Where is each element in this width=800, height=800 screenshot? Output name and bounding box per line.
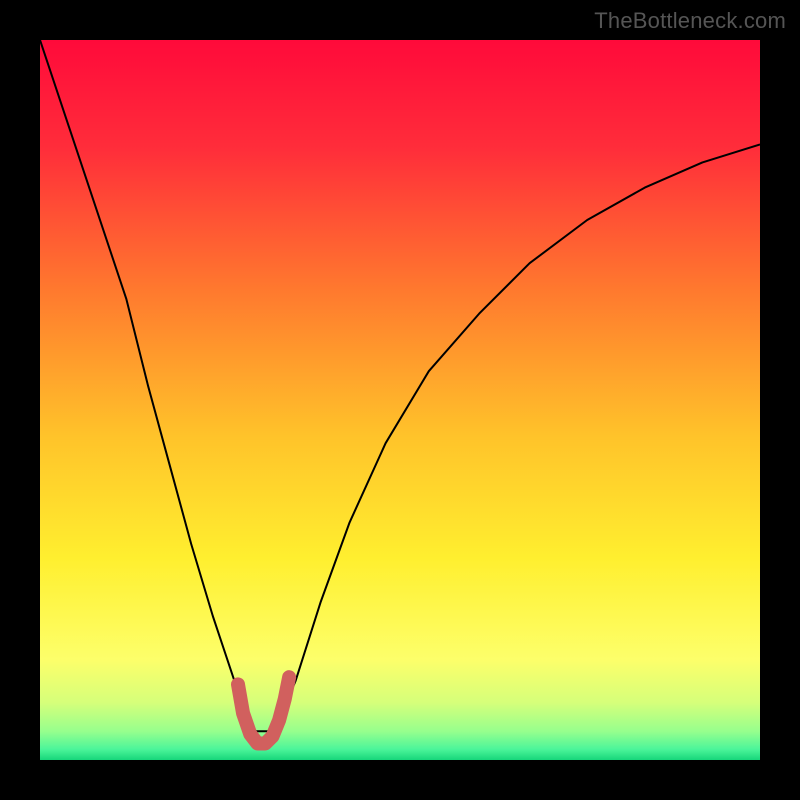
background-gradient xyxy=(40,40,760,760)
watermark-text: TheBottleneck.com xyxy=(594,8,786,34)
plot-area xyxy=(40,40,760,760)
chart-frame: TheBottleneck.com xyxy=(0,0,800,800)
plot-svg xyxy=(40,40,760,760)
